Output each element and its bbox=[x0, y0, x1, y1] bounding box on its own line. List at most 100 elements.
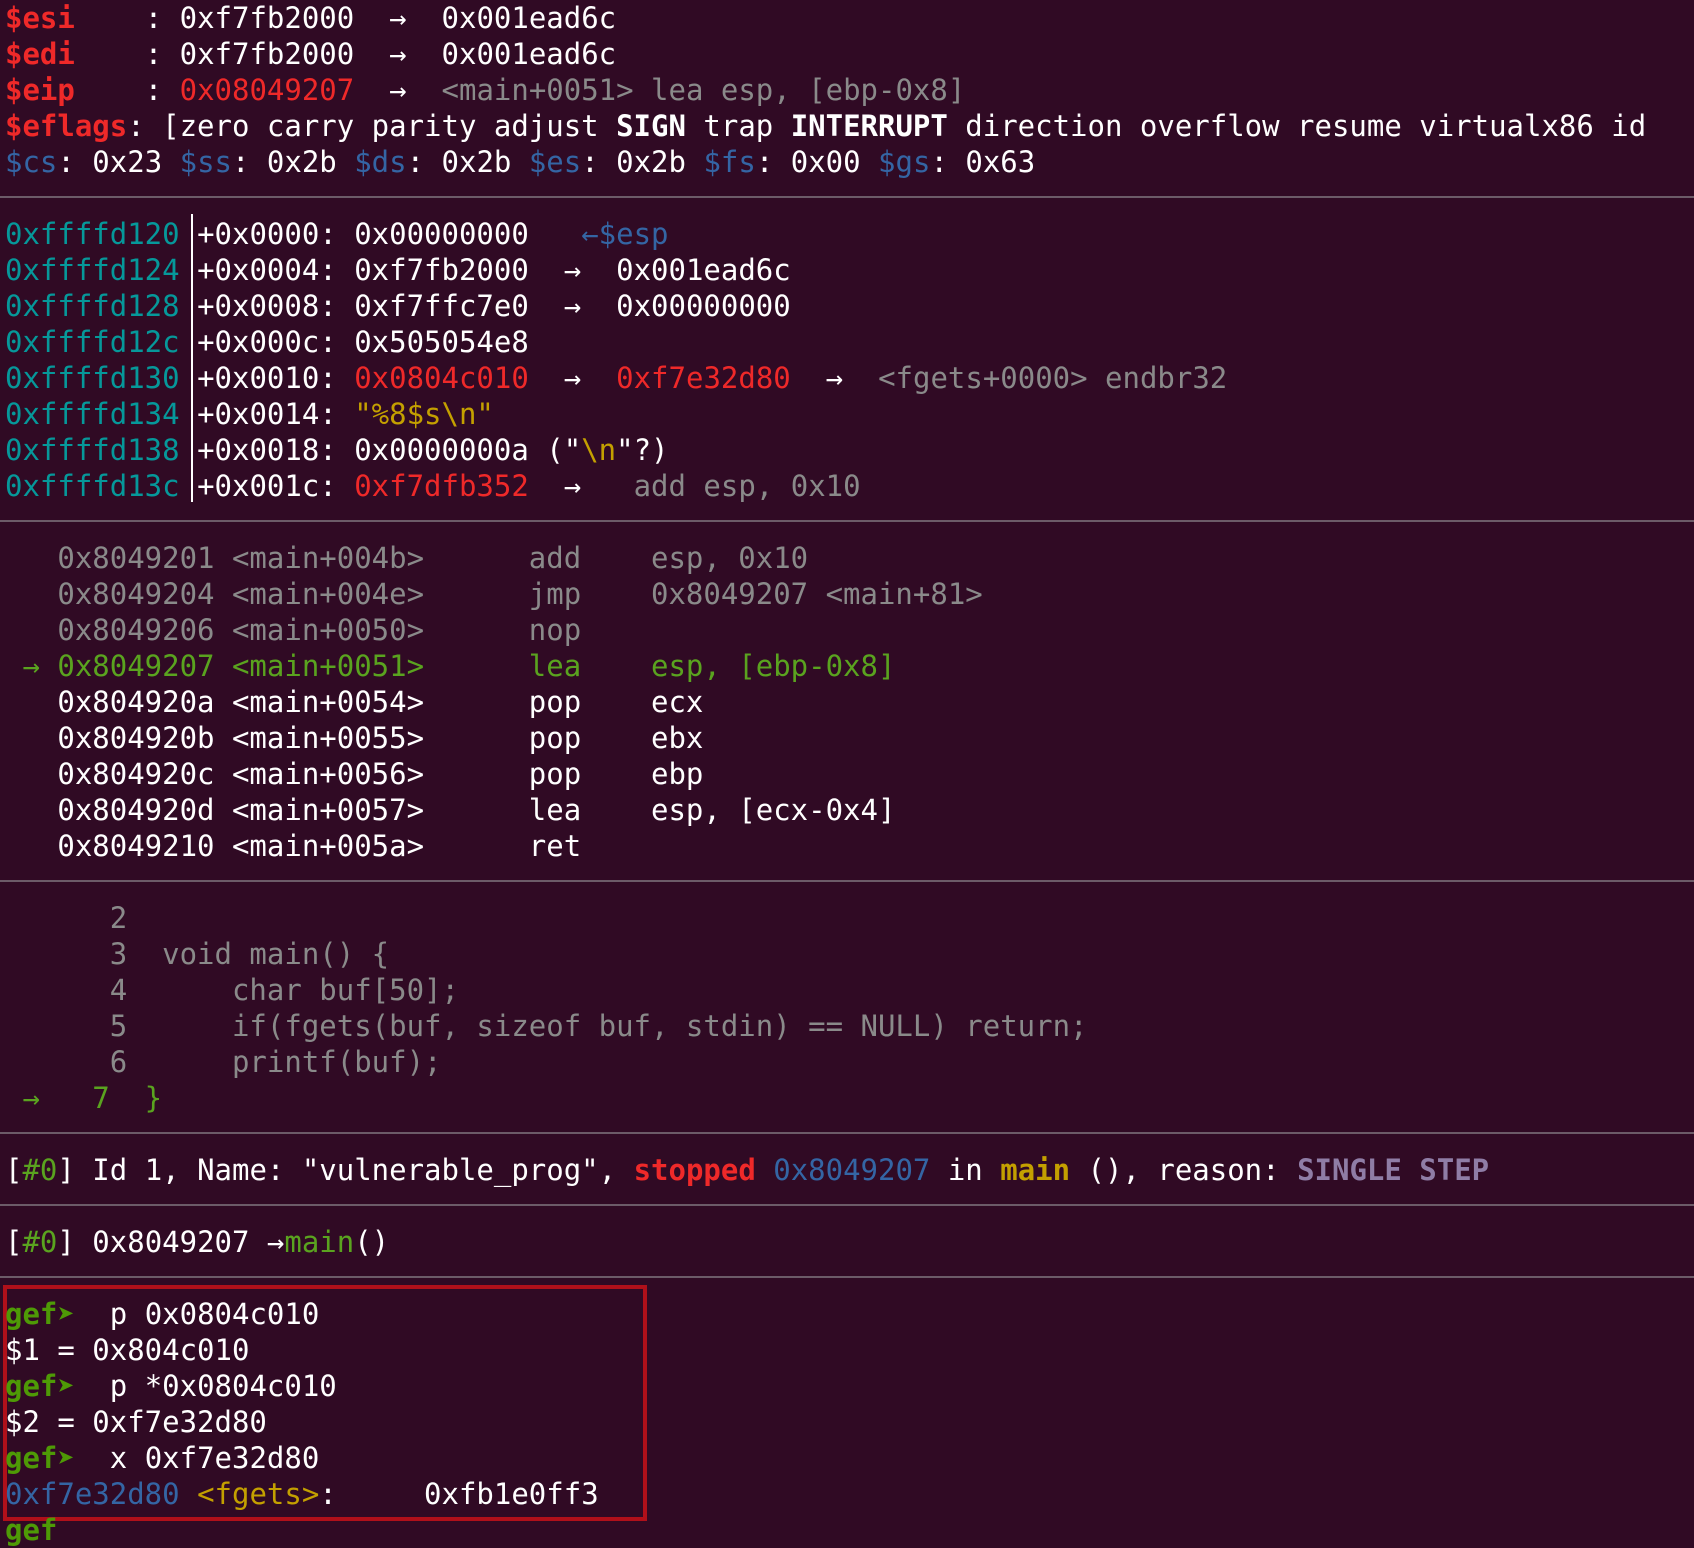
stack-deref: → 0x00000000 bbox=[528, 289, 791, 323]
arrow-icon: → bbox=[790, 361, 879, 395]
stack-offset: +0x0004: bbox=[197, 253, 355, 287]
register-name: $eip bbox=[5, 73, 75, 107]
source-text: 7 } bbox=[39, 1081, 163, 1115]
segment-value: : 0x63 bbox=[930, 145, 1036, 179]
segment-value: : 0x2b bbox=[581, 145, 704, 179]
arrow-icon: → bbox=[389, 73, 407, 107]
stack-row: 0xffffd138 +0x0018: 0x0000000a ("\n"?) bbox=[5, 432, 669, 468]
stack-row: 0xffffd134 +0x0014: "%8$s\n" bbox=[5, 396, 494, 432]
thread-address: 0x8049207 bbox=[773, 1153, 931, 1187]
stack-offset: +0x0018: bbox=[197, 433, 355, 467]
stack-annotation: (" bbox=[528, 433, 582, 467]
register-name: $eflags bbox=[5, 109, 128, 143]
bracket: [ bbox=[5, 1153, 23, 1187]
thread-id: #0 bbox=[22, 1153, 58, 1187]
stack-value: 0x505054e8 bbox=[354, 325, 529, 359]
disasm-text: 0x8049201 <main+004b> add esp, 0x10 bbox=[39, 541, 809, 575]
disasm-text: 0x804920d <main+0057> lea esp, [ecx-0x4] bbox=[39, 793, 896, 827]
source-marker bbox=[5, 937, 40, 971]
output-symbol: <fgets> bbox=[197, 1477, 320, 1511]
disasm-marker bbox=[5, 793, 40, 827]
segment-name: $ss bbox=[179, 145, 232, 179]
source-marker bbox=[5, 1045, 40, 1079]
stack-offset: +0x0000: bbox=[197, 217, 355, 251]
command-text: x 0xf7e32d80 bbox=[92, 1441, 320, 1475]
separator: : bbox=[144, 1, 180, 35]
trace-function: main bbox=[284, 1225, 355, 1259]
command-text: p *0x0804c010 bbox=[92, 1369, 337, 1403]
segment-name: $es bbox=[528, 145, 582, 179]
output-text: $1 = 0x804c010 bbox=[5, 1333, 250, 1367]
stack-address: 0xffffd134 bbox=[5, 397, 180, 431]
stack-address: 0xffffd138 bbox=[5, 433, 180, 467]
flags-text: trap bbox=[685, 109, 791, 143]
divider bbox=[0, 1132, 1694, 1134]
stack-annotation-char: \n bbox=[581, 433, 617, 467]
console-command-line[interactable]: gef➤ x 0xf7e32d80 bbox=[5, 1440, 319, 1476]
disasm-text: 0x8049206 <main+0050> nop bbox=[39, 613, 582, 647]
source-text: 6 printf(buf); bbox=[39, 1045, 442, 1079]
trace-info: () bbox=[354, 1225, 390, 1259]
source-text: 3 void main() { bbox=[39, 937, 390, 971]
source-line: 3 void main() { bbox=[5, 936, 389, 972]
source-line: 5 if(fgets(buf, sizeof buf, stdin) == NU… bbox=[5, 1008, 1088, 1044]
thread-info: ] Id 1, Name: "vulnerable_prog", bbox=[57, 1153, 634, 1187]
console-command-line[interactable]: gef➤ p 0x0804c010 bbox=[5, 1296, 319, 1332]
arrow-icon: → bbox=[528, 469, 634, 503]
gef-prompt: gef➤ bbox=[5, 1297, 93, 1331]
console-command-line[interactable]: gef➤ p *0x0804c010 bbox=[5, 1368, 337, 1404]
gef-prompt: gef➤ bbox=[5, 1369, 93, 1403]
stack-deref-symbol: <fgets+0000> endbr32 bbox=[878, 361, 1228, 395]
stack-string: "%8$s\n" bbox=[354, 397, 494, 431]
stack-value: 0x0804c010 bbox=[354, 361, 529, 395]
stack-value: 0x00000000 bbox=[354, 217, 529, 251]
stop-reason: SINGLE STEP bbox=[1297, 1153, 1490, 1187]
arrow-icon: → bbox=[389, 37, 407, 71]
disasm-line: 0x804920b <main+0055> pop ebx bbox=[5, 720, 703, 756]
segment-name: $ds bbox=[354, 145, 407, 179]
current-arrow-icon: → bbox=[5, 649, 40, 683]
stack-row: 0xffffd128 +0x0008: 0xf7ffc7e0 → 0x00000… bbox=[5, 288, 791, 324]
disasm-line: 0x8049210 <main+005a> ret bbox=[5, 828, 581, 864]
flag-sign: SIGN bbox=[616, 109, 686, 143]
segment-value: : 0x00 bbox=[755, 145, 879, 179]
register-value: 0xf7fb2000 bbox=[179, 37, 355, 71]
disasm-marker bbox=[5, 721, 40, 755]
disasm-marker bbox=[5, 541, 40, 575]
divider bbox=[0, 1276, 1694, 1278]
segment-value: : 0x2b bbox=[232, 145, 355, 179]
output-text: $2 = 0xf7e32d80 bbox=[5, 1405, 267, 1439]
source-line: 6 printf(buf); bbox=[5, 1044, 442, 1080]
disasm-marker bbox=[5, 613, 40, 647]
register-value: 0x08049207 bbox=[179, 73, 355, 107]
segment-name: $gs bbox=[878, 145, 931, 179]
stack-address: 0xffffd128 bbox=[5, 289, 180, 323]
stack-row: 0xffffd124 +0x0004: 0xf7fb2000 → 0x001ea… bbox=[5, 252, 791, 288]
esp-marker: $esp bbox=[598, 217, 669, 251]
disasm-line: 0x804920c <main+0056> pop ebp bbox=[5, 756, 703, 792]
trace-line: [#0] 0x8049207 →main() bbox=[5, 1224, 389, 1260]
register-name: $edi bbox=[5, 37, 75, 71]
stack-row: 0xffffd12c +0x000c: 0x505054e8 bbox=[5, 324, 529, 360]
flag-interrupt: INTERRUPT bbox=[790, 109, 948, 143]
stack-value: 0xf7dfb352 bbox=[354, 469, 529, 503]
disasm-marker bbox=[5, 757, 40, 791]
register-name: $esi bbox=[5, 1, 75, 35]
source-marker bbox=[5, 1009, 40, 1043]
arrow-icon: → bbox=[389, 1, 407, 35]
console-prompt-partial[interactable]: gef bbox=[5, 1512, 57, 1548]
divider bbox=[0, 1204, 1694, 1206]
disasm-line: 0x804920a <main+0054> pop ecx bbox=[5, 684, 703, 720]
disasm-line-current: → 0x8049207 <main+0051> lea esp, [ebp-0x… bbox=[5, 648, 895, 684]
thread-info: in bbox=[930, 1153, 1001, 1187]
stack-address: 0xffffd124 bbox=[5, 253, 180, 287]
segment-name: $cs bbox=[5, 145, 58, 179]
disasm-line: 0x804920d <main+0057> lea esp, [ecx-0x4] bbox=[5, 792, 895, 828]
divider bbox=[0, 880, 1694, 882]
disasm-marker bbox=[5, 829, 40, 863]
source-text: 4 char buf[50]; bbox=[39, 973, 459, 1007]
stack-address: 0xffffd12c bbox=[5, 325, 180, 359]
stack-value: 0x0000000a bbox=[354, 433, 529, 467]
